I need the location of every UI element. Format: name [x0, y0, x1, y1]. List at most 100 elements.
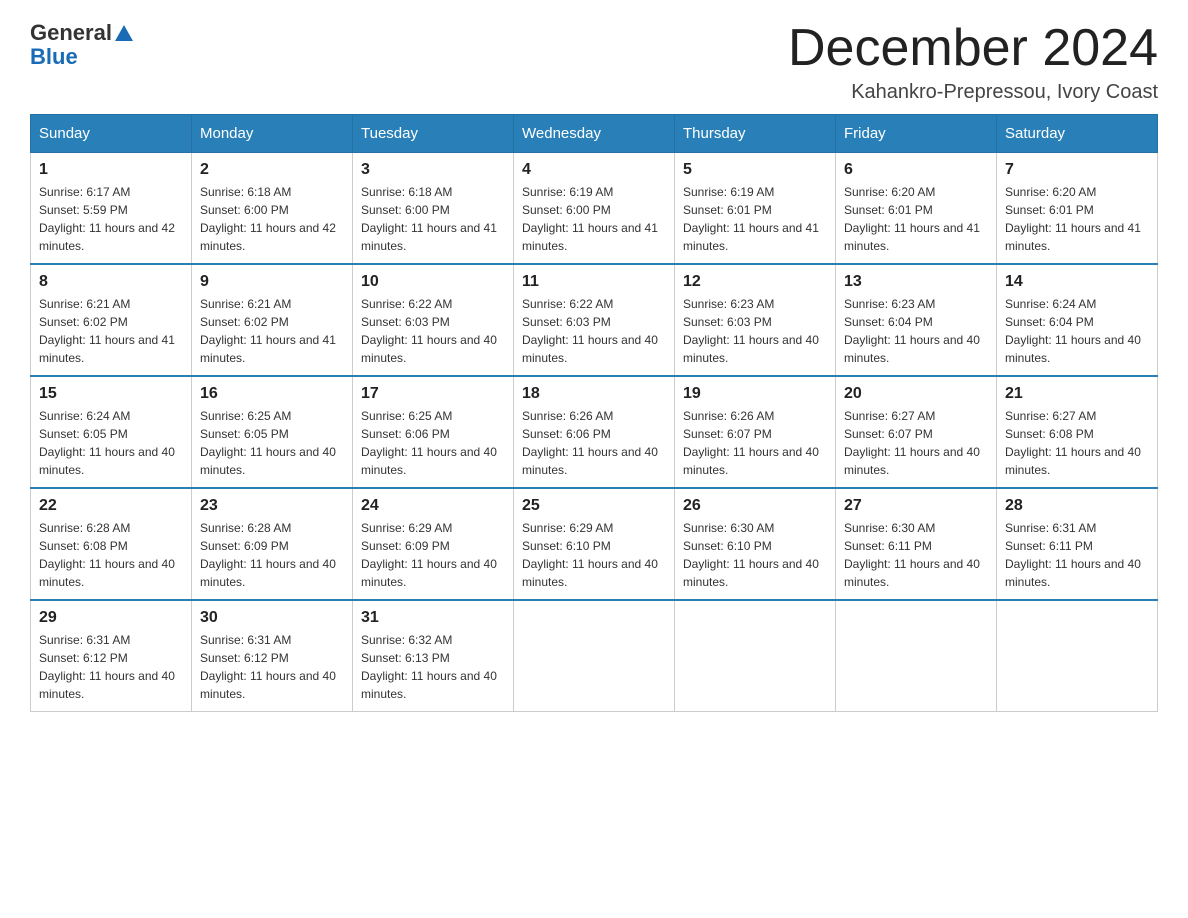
header-row: SundayMondayTuesdayWednesdayThursdayFrid…: [31, 115, 1158, 153]
calendar-cell: 10 Sunrise: 6:22 AM Sunset: 6:03 PM Dayl…: [353, 264, 514, 376]
day-number: 7: [1005, 161, 1149, 179]
calendar-cell: 1 Sunrise: 6:17 AM Sunset: 5:59 PM Dayli…: [31, 153, 192, 265]
day-number: 25: [522, 497, 666, 515]
day-info: Sunrise: 6:27 AM Sunset: 6:07 PM Dayligh…: [844, 407, 988, 479]
day-number: 20: [844, 385, 988, 403]
day-number: 31: [361, 609, 505, 627]
day-number: 18: [522, 385, 666, 403]
day-number: 23: [200, 497, 344, 515]
day-info: Sunrise: 6:17 AM Sunset: 5:59 PM Dayligh…: [39, 183, 183, 255]
column-header-sunday: Sunday: [31, 115, 192, 153]
day-info: Sunrise: 6:24 AM Sunset: 6:05 PM Dayligh…: [39, 407, 183, 479]
calendar-cell: 16 Sunrise: 6:25 AM Sunset: 6:05 PM Dayl…: [192, 376, 353, 488]
column-header-tuesday: Tuesday: [353, 115, 514, 153]
day-number: 5: [683, 161, 827, 179]
day-info: Sunrise: 6:19 AM Sunset: 6:01 PM Dayligh…: [683, 183, 827, 255]
day-info: Sunrise: 6:20 AM Sunset: 6:01 PM Dayligh…: [844, 183, 988, 255]
day-info: Sunrise: 6:19 AM Sunset: 6:00 PM Dayligh…: [522, 183, 666, 255]
calendar-cell: [836, 600, 997, 712]
calendar-cell: 25 Sunrise: 6:29 AM Sunset: 6:10 PM Dayl…: [514, 488, 675, 600]
title-block: December 2024 Kahankro-Prepressou, Ivory…: [788, 20, 1158, 104]
calendar-cell: 31 Sunrise: 6:32 AM Sunset: 6:13 PM Dayl…: [353, 600, 514, 712]
day-number: 30: [200, 609, 344, 627]
day-info: Sunrise: 6:31 AM Sunset: 6:11 PM Dayligh…: [1005, 519, 1149, 591]
day-number: 13: [844, 273, 988, 291]
day-info: Sunrise: 6:25 AM Sunset: 6:06 PM Dayligh…: [361, 407, 505, 479]
calendar-cell: 24 Sunrise: 6:29 AM Sunset: 6:09 PM Dayl…: [353, 488, 514, 600]
day-number: 19: [683, 385, 827, 403]
calendar-cell: 13 Sunrise: 6:23 AM Sunset: 6:04 PM Dayl…: [836, 264, 997, 376]
day-info: Sunrise: 6:18 AM Sunset: 6:00 PM Dayligh…: [200, 183, 344, 255]
calendar-cell: 7 Sunrise: 6:20 AM Sunset: 6:01 PM Dayli…: [997, 153, 1158, 265]
day-info: Sunrise: 6:23 AM Sunset: 6:03 PM Dayligh…: [683, 295, 827, 367]
calendar-cell: 26 Sunrise: 6:30 AM Sunset: 6:10 PM Dayl…: [675, 488, 836, 600]
day-number: 2: [200, 161, 344, 179]
day-info: Sunrise: 6:21 AM Sunset: 6:02 PM Dayligh…: [200, 295, 344, 367]
calendar-cell: 29 Sunrise: 6:31 AM Sunset: 6:12 PM Dayl…: [31, 600, 192, 712]
calendar-cell: 11 Sunrise: 6:22 AM Sunset: 6:03 PM Dayl…: [514, 264, 675, 376]
day-number: 29: [39, 609, 183, 627]
day-info: Sunrise: 6:22 AM Sunset: 6:03 PM Dayligh…: [522, 295, 666, 367]
calendar-cell: [514, 600, 675, 712]
page-header: General Blue December 2024 Kahankro-Prep…: [30, 20, 1158, 104]
day-info: Sunrise: 6:29 AM Sunset: 6:09 PM Dayligh…: [361, 519, 505, 591]
day-number: 26: [683, 497, 827, 515]
calendar-cell: 21 Sunrise: 6:27 AM Sunset: 6:08 PM Dayl…: [997, 376, 1158, 488]
calendar-cell: 15 Sunrise: 6:24 AM Sunset: 6:05 PM Dayl…: [31, 376, 192, 488]
calendar-cell: 3 Sunrise: 6:18 AM Sunset: 6:00 PM Dayli…: [353, 153, 514, 265]
day-info: Sunrise: 6:32 AM Sunset: 6:13 PM Dayligh…: [361, 631, 505, 703]
day-info: Sunrise: 6:18 AM Sunset: 6:00 PM Dayligh…: [361, 183, 505, 255]
calendar-header: SundayMondayTuesdayWednesdayThursdayFrid…: [31, 115, 1158, 153]
day-info: Sunrise: 6:31 AM Sunset: 6:12 PM Dayligh…: [200, 631, 344, 703]
calendar-cell: 6 Sunrise: 6:20 AM Sunset: 6:01 PM Dayli…: [836, 153, 997, 265]
calendar-cell: 5 Sunrise: 6:19 AM Sunset: 6:01 PM Dayli…: [675, 153, 836, 265]
calendar-cell: 14 Sunrise: 6:24 AM Sunset: 6:04 PM Dayl…: [997, 264, 1158, 376]
calendar-cell: [675, 600, 836, 712]
column-header-monday: Monday: [192, 115, 353, 153]
calendar-cell: [997, 600, 1158, 712]
calendar-week-row: 22 Sunrise: 6:28 AM Sunset: 6:08 PM Dayl…: [31, 488, 1158, 600]
day-number: 3: [361, 161, 505, 179]
day-number: 8: [39, 273, 183, 291]
day-info: Sunrise: 6:21 AM Sunset: 6:02 PM Dayligh…: [39, 295, 183, 367]
day-info: Sunrise: 6:22 AM Sunset: 6:03 PM Dayligh…: [361, 295, 505, 367]
column-header-saturday: Saturday: [997, 115, 1158, 153]
calendar-cell: 2 Sunrise: 6:18 AM Sunset: 6:00 PM Dayli…: [192, 153, 353, 265]
calendar-cell: 4 Sunrise: 6:19 AM Sunset: 6:00 PM Dayli…: [514, 153, 675, 265]
calendar-body: 1 Sunrise: 6:17 AM Sunset: 5:59 PM Dayli…: [31, 153, 1158, 712]
day-info: Sunrise: 6:30 AM Sunset: 6:11 PM Dayligh…: [844, 519, 988, 591]
column-header-thursday: Thursday: [675, 115, 836, 153]
day-info: Sunrise: 6:25 AM Sunset: 6:05 PM Dayligh…: [200, 407, 344, 479]
logo: General Blue: [30, 20, 133, 70]
day-info: Sunrise: 6:31 AM Sunset: 6:12 PM Dayligh…: [39, 631, 183, 703]
day-info: Sunrise: 6:26 AM Sunset: 6:07 PM Dayligh…: [683, 407, 827, 479]
calendar-cell: 19 Sunrise: 6:26 AM Sunset: 6:07 PM Dayl…: [675, 376, 836, 488]
day-info: Sunrise: 6:27 AM Sunset: 6:08 PM Dayligh…: [1005, 407, 1149, 479]
day-number: 6: [844, 161, 988, 179]
day-number: 28: [1005, 497, 1149, 515]
calendar-cell: 23 Sunrise: 6:28 AM Sunset: 6:09 PM Dayl…: [192, 488, 353, 600]
day-number: 24: [361, 497, 505, 515]
column-header-friday: Friday: [836, 115, 997, 153]
day-info: Sunrise: 6:24 AM Sunset: 6:04 PM Dayligh…: [1005, 295, 1149, 367]
calendar-table: SundayMondayTuesdayWednesdayThursdayFrid…: [30, 114, 1158, 712]
calendar-cell: 18 Sunrise: 6:26 AM Sunset: 6:06 PM Dayl…: [514, 376, 675, 488]
calendar-cell: 27 Sunrise: 6:30 AM Sunset: 6:11 PM Dayl…: [836, 488, 997, 600]
month-title: December 2024: [788, 20, 1158, 77]
day-number: 27: [844, 497, 988, 515]
logo-general-text: General: [30, 20, 112, 46]
day-number: 21: [1005, 385, 1149, 403]
day-number: 14: [1005, 273, 1149, 291]
calendar-cell: 17 Sunrise: 6:25 AM Sunset: 6:06 PM Dayl…: [353, 376, 514, 488]
day-info: Sunrise: 6:20 AM Sunset: 6:01 PM Dayligh…: [1005, 183, 1149, 255]
day-info: Sunrise: 6:26 AM Sunset: 6:06 PM Dayligh…: [522, 407, 666, 479]
day-number: 17: [361, 385, 505, 403]
day-number: 10: [361, 273, 505, 291]
calendar-cell: 9 Sunrise: 6:21 AM Sunset: 6:02 PM Dayli…: [192, 264, 353, 376]
calendar-week-row: 8 Sunrise: 6:21 AM Sunset: 6:02 PM Dayli…: [31, 264, 1158, 376]
day-info: Sunrise: 6:29 AM Sunset: 6:10 PM Dayligh…: [522, 519, 666, 591]
location-subtitle: Kahankro-Prepressou, Ivory Coast: [788, 81, 1158, 104]
calendar-cell: 12 Sunrise: 6:23 AM Sunset: 6:03 PM Dayl…: [675, 264, 836, 376]
day-info: Sunrise: 6:28 AM Sunset: 6:09 PM Dayligh…: [200, 519, 344, 591]
logo-blue-text: Blue: [30, 44, 78, 70]
